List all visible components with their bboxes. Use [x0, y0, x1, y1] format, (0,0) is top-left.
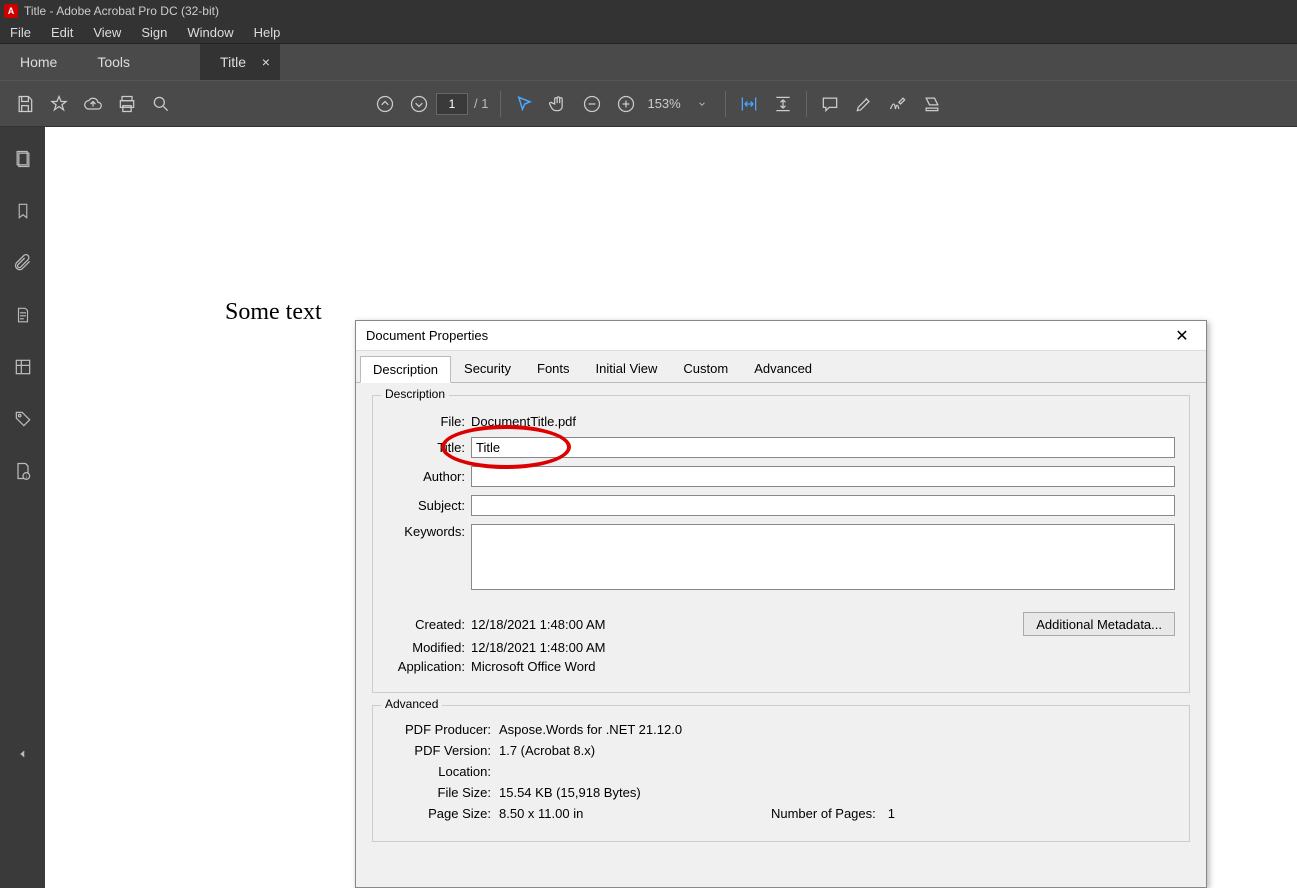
- page-number-input[interactable]: [436, 93, 468, 115]
- star-icon[interactable]: [42, 87, 76, 121]
- menu-file[interactable]: File: [0, 23, 41, 42]
- tab-description[interactable]: Description: [360, 356, 451, 383]
- menu-help[interactable]: Help: [244, 23, 291, 42]
- tab-custom[interactable]: Custom: [670, 355, 741, 382]
- tab-document[interactable]: Title ×: [200, 44, 280, 80]
- author-input[interactable]: [471, 466, 1175, 487]
- producer-label: PDF Producer:: [387, 722, 499, 737]
- highlight-icon[interactable]: [847, 87, 881, 121]
- keywords-label: Keywords:: [387, 524, 471, 539]
- page-up-icon[interactable]: [368, 87, 402, 121]
- subject-input[interactable]: [471, 495, 1175, 516]
- file-label: File:: [387, 414, 471, 429]
- dialog-tabs: Description Security Fonts Initial View …: [356, 351, 1206, 383]
- advanced-legend: Advanced: [381, 697, 442, 711]
- zoom-out-icon[interactable]: [575, 87, 609, 121]
- created-label: Created:: [387, 617, 471, 632]
- dialog-body: Description File: DocumentTitle.pdf Titl…: [356, 383, 1206, 866]
- author-label: Author:: [387, 469, 471, 484]
- thumbnails-icon[interactable]: [9, 145, 37, 173]
- app-icon: A: [4, 4, 18, 18]
- filesize-label: File Size:: [387, 785, 499, 800]
- left-rail: i: [0, 127, 45, 888]
- tab-security[interactable]: Security: [451, 355, 524, 382]
- producer-value: Aspose.Words for .NET 21.12.0: [499, 722, 682, 737]
- zoom-dropdown-icon[interactable]: [685, 87, 719, 121]
- filesize-value: 15.54 KB (15,918 Bytes): [499, 785, 641, 800]
- attachments-icon[interactable]: [9, 249, 37, 277]
- modified-value: 12/18/2021 1:48:00 AM: [471, 640, 605, 655]
- title-input[interactable]: [471, 437, 1175, 458]
- cloud-upload-icon[interactable]: [76, 87, 110, 121]
- fit-width-icon[interactable]: [732, 87, 766, 121]
- application-value: Microsoft Office Word: [471, 659, 596, 674]
- modified-label: Modified:: [387, 640, 471, 655]
- window-title: Title - Adobe Acrobat Pro DC (32-bit): [24, 4, 219, 18]
- svg-text:i: i: [25, 475, 26, 481]
- tab-home[interactable]: Home: [0, 44, 77, 80]
- version-label: PDF Version:: [387, 743, 499, 758]
- tab-close-icon[interactable]: ×: [262, 54, 270, 70]
- bookmarks-icon[interactable]: [9, 197, 37, 225]
- selection-icon[interactable]: [507, 87, 541, 121]
- tab-initial-view[interactable]: Initial View: [583, 355, 671, 382]
- file-value: DocumentTitle.pdf: [471, 414, 576, 429]
- application-label: Application:: [387, 659, 471, 674]
- hand-icon[interactable]: [541, 87, 575, 121]
- dialog-title: Document Properties: [366, 328, 1168, 343]
- numpages-label: Number of Pages:: [771, 806, 888, 821]
- version-value: 1.7 (Acrobat 8.x): [499, 743, 595, 758]
- print-icon[interactable]: [110, 87, 144, 121]
- toolbar: / 1 153%: [0, 80, 1297, 127]
- pagesize-value: 8.50 x 11.00 in: [499, 806, 583, 821]
- tag-icon[interactable]: [9, 405, 37, 433]
- close-icon[interactable]: ✕: [1168, 325, 1196, 347]
- document-properties-dialog: Document Properties ✕ Description Securi…: [355, 320, 1207, 888]
- page-total-label: / 1: [474, 96, 488, 111]
- search-icon[interactable]: [144, 87, 178, 121]
- comment-icon[interactable]: [813, 87, 847, 121]
- page-down-icon[interactable]: [402, 87, 436, 121]
- tab-bar: Home Tools Title ×: [0, 44, 1297, 80]
- tab-fonts[interactable]: Fonts: [524, 355, 583, 382]
- location-label: Location:: [387, 764, 499, 779]
- layers-icon[interactable]: [9, 353, 37, 381]
- info-icon[interactable]: i: [9, 457, 37, 485]
- subject-label: Subject:: [387, 498, 471, 513]
- sign-icon[interactable]: [881, 87, 915, 121]
- save-icon[interactable]: [8, 87, 42, 121]
- additional-metadata-button[interactable]: Additional Metadata...: [1023, 612, 1175, 636]
- menu-bar: File Edit View Sign Window Help: [0, 22, 1297, 44]
- created-value: 12/18/2021 1:48:00 AM: [471, 617, 605, 632]
- description-legend: Description: [381, 387, 449, 401]
- fit-page-icon[interactable]: [766, 87, 800, 121]
- dialog-header: Document Properties ✕: [356, 321, 1206, 351]
- tab-tools[interactable]: Tools: [77, 44, 150, 80]
- zoom-value: 153%: [647, 96, 680, 111]
- keywords-input[interactable]: [471, 524, 1175, 590]
- tab-document-label: Title: [220, 54, 246, 70]
- title-bar: A Title - Adobe Acrobat Pro DC (32-bit): [0, 0, 1297, 22]
- collapse-rail-icon[interactable]: [9, 740, 37, 768]
- page-icon[interactable]: [9, 301, 37, 329]
- zoom-in-icon[interactable]: [609, 87, 643, 121]
- numpages-value: 1: [888, 806, 895, 821]
- document-body-text: Some text: [225, 299, 322, 326]
- advanced-fieldset: Advanced PDF Producer: Aspose.Words for …: [372, 705, 1190, 842]
- title-label: Title:: [387, 440, 471, 455]
- menu-window[interactable]: Window: [177, 23, 243, 42]
- tab-advanced[interactable]: Advanced: [741, 355, 825, 382]
- menu-sign[interactable]: Sign: [131, 23, 177, 42]
- description-fieldset: Description File: DocumentTitle.pdf Titl…: [372, 395, 1190, 693]
- stamp-icon[interactable]: [915, 87, 949, 121]
- menu-view[interactable]: View: [83, 23, 131, 42]
- pagesize-label: Page Size:: [387, 806, 499, 821]
- menu-edit[interactable]: Edit: [41, 23, 83, 42]
